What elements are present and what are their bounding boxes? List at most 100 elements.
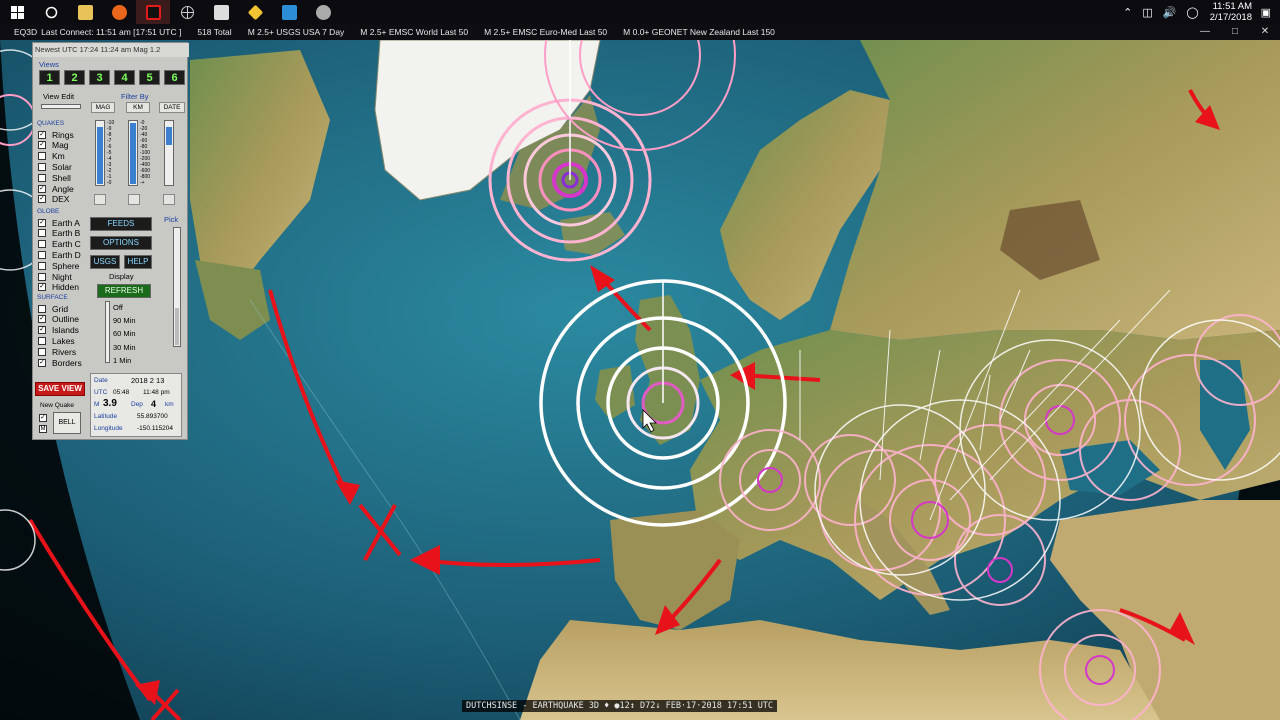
checkbox[interactable] xyxy=(38,152,46,161)
eq3d-app-icon[interactable] xyxy=(136,0,170,24)
new-quake-checkbox[interactable]: ✓ xyxy=(39,414,47,422)
view-button-5[interactable]: 5 xyxy=(139,70,160,85)
window-controls: — □ ✕ xyxy=(1190,24,1280,40)
filter-km-button[interactable]: KM xyxy=(126,102,150,113)
language-icon[interactable]: ◯ xyxy=(1181,6,1203,19)
checkbox[interactable]: ✓ xyxy=(38,283,46,292)
checkbox[interactable] xyxy=(38,240,46,249)
network-icon[interactable]: ◫ xyxy=(1137,6,1157,19)
app-icon[interactable] xyxy=(272,0,306,24)
surface-option-outline[interactable]: ✓ Outline xyxy=(38,314,79,325)
surface-option-borders[interactable]: ✓ Borders xyxy=(38,357,82,368)
checkbox[interactable] xyxy=(38,162,46,171)
display-slider[interactable] xyxy=(105,301,110,363)
globe-option-night[interactable]: Night xyxy=(38,271,72,282)
pick-slider[interactable] xyxy=(173,227,181,347)
feed-emsc-euromed[interactable]: M 2.5+ EMSC Euro-Med Last 50 xyxy=(484,27,607,37)
checkbox[interactable] xyxy=(38,261,46,270)
globe-option-hidden[interactable]: ✓ Hidden xyxy=(38,282,79,293)
checkbox[interactable]: ✓ xyxy=(38,141,46,150)
search-icon[interactable] xyxy=(34,0,68,24)
view-button-6[interactable]: 6 xyxy=(164,70,185,85)
save-view-button[interactable]: SAVE VIEW xyxy=(35,382,85,396)
refresh-button[interactable]: REFRESH xyxy=(97,284,151,298)
km-filter-reset[interactable] xyxy=(128,194,140,205)
windows-start-icon[interactable] xyxy=(0,0,34,24)
chevron-up-icon[interactable]: ⌃ xyxy=(1118,6,1137,19)
globe-option-earth-a[interactable]: ✓ Earth A xyxy=(38,217,80,228)
help-button[interactable]: HELP xyxy=(124,255,152,269)
checkbox[interactable]: ✓ xyxy=(38,184,46,193)
display-option-90-min[interactable]: 90 Min xyxy=(113,315,136,326)
checkbox[interactable] xyxy=(38,336,46,345)
checkbox[interactable] xyxy=(38,272,46,281)
globe-option-earth-b[interactable]: Earth B xyxy=(38,228,80,239)
file-explorer-icon[interactable] xyxy=(68,0,102,24)
checkbox-label: Earth A xyxy=(52,217,80,228)
km-filter-slider[interactable] xyxy=(128,120,138,186)
quakes-option-solar[interactable]: Solar xyxy=(38,161,72,172)
view-button-3[interactable]: 3 xyxy=(89,70,110,85)
checkbox[interactable]: ✓ xyxy=(38,195,46,204)
globe-option-sphere[interactable]: Sphere xyxy=(38,260,79,271)
tools-icon[interactable] xyxy=(238,0,272,24)
volume-icon[interactable]: 🔊 xyxy=(1158,6,1182,19)
view-button-2[interactable]: 2 xyxy=(64,70,85,85)
mag-filter-slider[interactable] xyxy=(95,120,105,186)
feed-geonet[interactable]: M 0.0+ GEONET New Zealand Last 150 xyxy=(623,27,775,37)
system-tray: ⌃ ◫ 🔊 ◯ 11:51 AM 2/17/2018 ▣ xyxy=(1118,0,1280,24)
checkbox[interactable] xyxy=(38,173,46,182)
checkbox-label: Hidden xyxy=(52,282,79,293)
mag-filter-reset[interactable] xyxy=(94,194,106,205)
info-date-label: Date xyxy=(94,377,108,384)
quakes-option-dex[interactable]: ✓ DEX xyxy=(38,194,69,205)
display-option-off[interactable]: Off xyxy=(113,302,123,313)
checkbox[interactable] xyxy=(38,229,46,238)
display-option-1-min[interactable]: 1 Min xyxy=(113,355,131,366)
checkbox[interactable]: ✓ xyxy=(38,358,46,367)
minimize-icon[interactable]: — xyxy=(1190,24,1220,40)
notification-icon[interactable]: ▣ xyxy=(1256,6,1276,19)
display-option-60-min[interactable]: 60 Min xyxy=(113,328,136,339)
quakes-option-km[interactable]: Km xyxy=(38,151,65,162)
options-button[interactable]: OPTIONS xyxy=(90,236,152,250)
view-edit-slider[interactable] xyxy=(41,104,81,109)
bell-button[interactable]: BELL xyxy=(53,412,81,434)
globe-app-icon[interactable] xyxy=(170,0,204,24)
feed-usgs[interactable]: M 2.5+ USGS USA 7 Day xyxy=(248,27,345,37)
close-icon[interactable]: ✕ xyxy=(1250,24,1280,40)
date-filter-slider[interactable] xyxy=(164,120,174,186)
maximize-icon[interactable]: □ xyxy=(1220,24,1250,40)
view-button-4[interactable]: 4 xyxy=(114,70,135,85)
globe-option-earth-c[interactable]: Earth C xyxy=(38,239,81,250)
checkbox[interactable]: ✓ xyxy=(38,130,46,139)
quakes-option-rings[interactable]: ✓ Rings xyxy=(38,129,74,140)
surface-option-grid[interactable]: Grid xyxy=(38,303,68,314)
globe-option-earth-d[interactable]: Earth D xyxy=(38,249,81,260)
feeds-button[interactable]: FEEDS xyxy=(90,217,152,231)
checkbox[interactable] xyxy=(38,347,46,356)
media-icon[interactable] xyxy=(306,0,340,24)
date-filter-reset[interactable] xyxy=(163,194,175,205)
checkbox[interactable]: ✓ xyxy=(38,315,46,324)
checkbox[interactable]: ✓ xyxy=(38,218,46,227)
photos-icon[interactable] xyxy=(204,0,238,24)
new-quake-m-checkbox[interactable]: M xyxy=(39,425,47,433)
quakes-option-shell[interactable]: Shell xyxy=(38,172,71,183)
usgs-button[interactable]: USGS xyxy=(90,255,120,269)
display-option-30-min[interactable]: 30 Min xyxy=(113,342,136,353)
earthquake-globe-map[interactable] xyxy=(0,40,1280,720)
filter-date-button[interactable]: DATE xyxy=(159,102,185,113)
surface-option-islands[interactable]: ✓ Islands xyxy=(38,325,79,336)
quakes-option-angle[interactable]: ✓ Angle xyxy=(38,183,74,194)
checkbox[interactable] xyxy=(38,250,46,259)
filter-mag-button[interactable]: MAG xyxy=(91,102,115,113)
firefox-icon[interactable] xyxy=(102,0,136,24)
view-button-1[interactable]: 1 xyxy=(39,70,60,85)
feed-emsc-world[interactable]: M 2.5+ EMSC World Last 50 xyxy=(360,27,468,37)
checkbox[interactable] xyxy=(38,304,46,313)
checkbox[interactable]: ✓ xyxy=(38,326,46,335)
surface-option-lakes[interactable]: Lakes xyxy=(38,335,75,346)
quakes-option-mag[interactable]: ✓ Mag xyxy=(38,140,69,151)
surface-option-rivers[interactable]: Rivers xyxy=(38,346,76,357)
